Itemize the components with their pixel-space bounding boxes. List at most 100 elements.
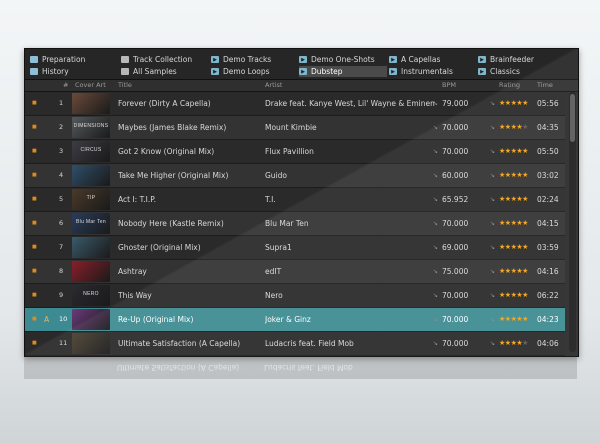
favorite-demo-one-shots[interactable]: ▶ Demo One-Shots [299,54,387,65]
cover-art-text: CIRCUS [80,147,102,153]
key-indicator-icon: ↘ [433,268,439,275]
star-icon[interactable]: ★ [522,315,528,323]
column-header-bpm[interactable]: BPM [442,80,456,91]
column-header-number[interactable]: # [63,80,68,91]
rating-stars: ★★★★★ [499,284,535,307]
cover-art [72,261,110,282]
star-icon[interactable]: ★ [522,99,528,107]
favorite-label: Track Collection [133,55,193,64]
rating-stars: ★★★★★ [499,236,535,259]
track-time: 04:35 [537,123,559,132]
lock-icon: ■ [32,220,37,226]
track-time: 05:56 [537,99,559,108]
rating-stars: ★★★★★ [499,140,535,163]
rating-stars: ★★★★★ [499,332,535,355]
track-row[interactable]: ■ 5 TIP Act I: T.I.P. T.I. ↘ 65.952 ↘ ★★★★★ 02:24 [25,188,565,212]
column-header-rating[interactable]: Rating [499,80,520,91]
track-time: 06:22 [537,291,559,300]
star-icon[interactable]: ★ [522,171,528,179]
track-row[interactable]: ■ 7 Ghoster (Original Mix) Supra1 ↘ 69.000 ↘ ★★… [25,236,565,260]
key-indicator-icon: ↘ [490,316,496,323]
rating-stars: ★★★★★ [499,188,535,211]
favorite-label: History [42,67,69,76]
track-row[interactable]: ■ 6 Blu Mar Ten Nobody Here (Kastle Remix) B… [25,212,565,236]
favorite-track-collection[interactable]: Track Collection [121,54,209,65]
lock-icon: ■ [32,100,37,106]
lock-icon: ■ [32,340,37,346]
favorite-demo-loops[interactable]: ▶ Demo Loops [211,66,299,77]
house-icon [30,56,38,63]
favorite-instrumentals[interactable]: ▶ Instrumentals [389,66,477,77]
lock-icon: ■ [32,268,37,274]
track-bpm: 69.000 [442,243,469,252]
playlist-icon: ▶ [299,68,307,75]
key-indicator-icon: ↘ [433,292,439,299]
track-number: 9 [59,291,64,299]
lock-icon: ■ [32,244,37,250]
column-header-artist[interactable]: Artist [265,80,282,91]
track-row[interactable]: ■ 11 Ultimate Satisfaction (A Capella) Luda… [25,332,565,356]
column-header-cover-art[interactable]: Cover Art [75,80,106,91]
favorite-demo-tracks[interactable]: ▶ Demo Tracks [211,54,299,65]
rating-stars: ★★★★★ [499,164,535,187]
key-indicator-icon: ↘ [490,340,496,347]
track-number: 10 [59,315,68,323]
track-time: 03:02 [537,171,559,180]
track-title: Act I: T.I.P. [118,195,156,204]
track-title: Re-Up (Original Mix) [118,315,194,324]
rating-stars: ★★★★★ [499,212,535,235]
track-time: 03:59 [537,243,559,252]
track-bpm: 70.000 [442,123,469,132]
track-artist: Blu Mar Ten [265,219,309,228]
track-bpm: 70.000 [442,147,469,156]
track-row[interactable]: ■ 9 NERO This Way Nero ↘ 70.000 ↘ ★★★★★ 06:22 [25,284,565,308]
track-number: 8 [59,267,64,275]
track-list-scrollbar[interactable] [569,92,576,352]
column-header-time[interactable]: Time [537,80,553,91]
track-title: Nobody Here (Kastle Remix) [118,219,224,228]
track-row[interactable]: ■ A 10 Re-Up (Original Mix) Joker & Ginz ↘ 70.… [25,308,565,332]
key-indicator-icon: ↘ [433,148,439,155]
star-icon[interactable]: ★ [522,219,528,227]
favorite-brainfeeder[interactable]: ▶ Brainfeeder [478,54,566,65]
cover-art-text: TIP [86,195,96,201]
favorite-all-samples[interactable]: All Samples [121,66,209,77]
favorite-dubstep[interactable]: ▶ Dubstep [299,66,387,77]
favorite-label: All Samples [133,67,177,76]
star-icon[interactable]: ★ [522,267,528,275]
rating-stars: ★★★★★ [499,260,535,283]
track-artist: Guido [265,171,287,180]
key-indicator-icon: ↘ [433,220,439,227]
track-row[interactable]: ■ 1 Forever (Dirty A Capella) Drake feat. K… [25,92,565,116]
star-icon[interactable]: ★ [522,291,528,299]
track-title: Ultimate Satisfaction (A Capella) [118,339,241,348]
playlist-icon: ▶ [211,56,219,63]
scrollbar-thumb[interactable] [570,94,575,142]
star-icon[interactable]: ★ [522,339,528,347]
star-icon[interactable]: ★ [522,195,528,203]
track-row[interactable]: ■ 2 DIMENSIONS Maybes (James Blake Remix) Mo… [25,116,565,140]
track-row[interactable]: ■ 4 Take Me Higher (Original Mix) Guido ↘ 60.… [25,164,565,188]
track-artist: Drake feat. Kanye West, Lil' Wayne & Emi… [265,99,435,108]
star-icon[interactable]: ★ [522,147,528,155]
track-row[interactable]: ■ 8 Ashtray edIT ↘ 75.000 ↘ ★★★★★ 04:16 [25,260,565,284]
lock-icon: ■ [32,148,37,154]
track-row[interactable]: ■ 3 CIRCUS Got 2 Know (Original Mix) Flux Pa… [25,140,565,164]
lock-icon: ■ [32,172,37,178]
column-header-title[interactable]: Title [118,80,132,91]
favorite-label: Demo Tracks [223,55,272,64]
history-icon [30,68,38,75]
rating-stars: ★★★★★ [499,308,535,331]
star-icon[interactable]: ★ [522,243,528,251]
favorite-classics[interactable]: ▶ Classics [478,66,566,77]
track-number: 4 [59,171,64,179]
favorite-preparation[interactable]: Preparation [30,54,118,65]
lock-icon: ■ [32,196,37,202]
track-artist: Mount Kimbie [265,123,317,132]
favorite-a-capellas[interactable]: ▶ A Capellas [389,54,477,65]
cover-art [72,309,110,330]
cover-art: TIP [72,189,110,210]
favorite-history[interactable]: History [30,66,118,77]
playlist-icon: ▶ [389,56,397,63]
star-icon[interactable]: ★ [522,123,528,131]
